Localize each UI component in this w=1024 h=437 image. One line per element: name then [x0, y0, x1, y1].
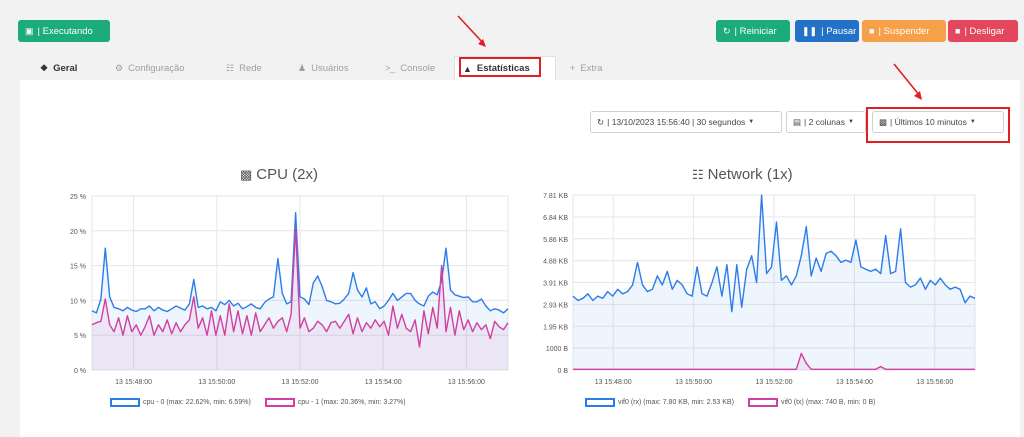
- legend-label-rx: vif0 (rx) (max: 7.80 KB, min: 2.53 KB): [618, 399, 734, 406]
- tab-geral[interactable]: ❖ Geral: [32, 56, 85, 80]
- user-icon: ♟: [298, 62, 307, 73]
- tab-extra-label: Extra: [580, 62, 603, 74]
- tab-geral-label: Geral: [53, 62, 78, 74]
- tab-usuarios-label: Usuários: [311, 62, 349, 74]
- tab-bar: ❖ Geral ⚙ Configuração ☷ Rede ♟ Usuários…: [20, 56, 1020, 80]
- suspend-label: | Suspender: [878, 25, 930, 37]
- legend-item-cpu1[interactable]: cpu - 1 (max: 20.36%, min: 3.27%): [264, 398, 406, 407]
- network-icon: ☷: [226, 62, 235, 73]
- y-tick-label: 4.88 KB: [543, 259, 568, 266]
- y-tick-label: 3.91 KB: [543, 281, 568, 288]
- legend-swatch-tx: [747, 398, 778, 407]
- tab-rede-label: Rede: [239, 62, 262, 74]
- suspend-button[interactable]: ■ | Suspender: [862, 20, 946, 42]
- cpu-icon: ▩: [240, 166, 253, 182]
- y-tick-label: 5 %: [74, 333, 86, 340]
- tab-usuarios[interactable]: ♟ Usuários: [290, 56, 357, 80]
- tab-estatisticas[interactable]: ▲ Estatísticas: [454, 56, 556, 80]
- y-tick-label: 20 %: [70, 229, 86, 236]
- tab-configuracao-label: Configuração: [128, 62, 185, 74]
- network-chart-title: ☷ Network (1x): [692, 166, 793, 183]
- shutdown-button[interactable]: ■ | Desligar: [948, 20, 1018, 42]
- gear-icon: ⚙: [115, 62, 124, 73]
- monitor-icon: ▣: [25, 25, 34, 36]
- caret-down-icon: ▼: [969, 119, 976, 125]
- legend-swatch-rx: [585, 398, 615, 407]
- plus-icon: +: [570, 63, 576, 73]
- x-tick-label: 13 15:54:00: [836, 379, 873, 386]
- x-tick-label: 13 15:48:00: [595, 379, 632, 386]
- y-tick-label: 1.95 KB: [543, 324, 568, 331]
- annotation-arrow-tab: [457, 15, 486, 47]
- sitemap-icon: ☷: [692, 166, 704, 182]
- network-legend: vif0 (rx) (max: 7.80 KB, min: 2.53 KB) v…: [585, 398, 875, 407]
- legend-label-cpu0: cpu - 0 (max: 22.62%, min: 6.59%): [143, 399, 251, 406]
- running-status-label: | Executando: [37, 25, 93, 37]
- tab-console[interactable]: >_ Console: [377, 56, 443, 80]
- stop-icon: ■: [955, 25, 961, 36]
- pause-label: | Pausar: [821, 25, 857, 37]
- y-tick-label: 10 %: [70, 298, 86, 305]
- legend-label-cpu1: cpu - 1 (max: 20.36%, min: 3.27%): [297, 399, 406, 406]
- x-tick-label: 13 15:52:00: [756, 379, 793, 386]
- y-tick-label: 1000 B: [546, 346, 569, 353]
- time-range-dropdown[interactable]: ▩ | Últimos 10 minutos ▼: [872, 111, 1004, 133]
- pause-button[interactable]: ❚❚ | Pausar: [795, 20, 859, 42]
- caret-down-icon: ▼: [848, 119, 854, 125]
- y-tick-label: 0 %: [74, 368, 86, 375]
- y-tick-label: 15 %: [70, 264, 86, 271]
- y-tick-label: 25 %: [70, 194, 86, 201]
- x-tick-label: 13 15:56:00: [448, 379, 485, 386]
- tab-console-label: Console: [400, 62, 436, 74]
- legend-label-tx: vif0 (tx) (max: 740 B, min: 0 B): [780, 399, 876, 406]
- y-tick-label: 7.81 KB: [543, 193, 568, 200]
- time-range-label: | Últimos 10 minutos: [890, 117, 967, 127]
- network-chart: 7.81 KB 6.84 KB 5.86 KB 4.88 KB 3.91 KB 2.93 …: [543, 193, 976, 386]
- restart-label: | Reiniciar: [734, 25, 777, 37]
- tab-configuracao[interactable]: ⚙ Configuração: [107, 56, 193, 80]
- legend-item-tx[interactable]: vif0 (tx) (max: 740 B, min: 0 B): [747, 398, 876, 407]
- cpu-chart-title: ▩ CPU (2x): [240, 166, 318, 183]
- restart-button[interactable]: ↻ | Reiniciar: [716, 20, 790, 42]
- refresh-icon: ↻: [723, 25, 731, 36]
- x-tick-label: 13 15:52:00: [282, 379, 319, 386]
- page: ▣ | Executando ↻ | Reiniciar ❚❚ | Pausar…: [0, 0, 1024, 437]
- x-tick-label: 13 15:56:00: [916, 379, 953, 386]
- square-icon: ■: [869, 25, 875, 36]
- x-tick-label: 13 15:50:00: [198, 379, 235, 386]
- shutdown-label: | Desligar: [964, 25, 1005, 37]
- refresh-interval-dropdown[interactable]: ↻ | 13/10/2023 15:56:40 | 30 segundos ▼: [590, 111, 782, 133]
- y-tick-label: 2.93 KB: [543, 302, 568, 309]
- network-chart-title-text: Network (1x): [707, 166, 793, 183]
- columns-label: | 2 colunas: [804, 117, 845, 127]
- cpu-legend: cpu - 0 (max: 22.62%, min: 6.59%) cpu - …: [110, 398, 406, 407]
- info-icon: ❖: [40, 62, 49, 73]
- tab-extra[interactable]: + Extra: [562, 56, 610, 80]
- y-tick-label: 5.86 KB: [543, 237, 568, 244]
- columns-icon: ▤: [793, 116, 802, 127]
- tab-estatisticas-label: Estatísticas: [476, 63, 530, 74]
- columns-dropdown[interactable]: ▤ | 2 colunas ▼: [786, 111, 866, 133]
- x-tick-label: 13 15:50:00: [675, 379, 712, 386]
- pause-icon: ❚❚: [802, 25, 818, 36]
- x-tick-label: 13 15:54:00: [365, 379, 402, 386]
- caret-down-icon: ▼: [748, 119, 755, 125]
- refresh-interval-label: | 13/10/2023 15:56:40 | 30 segundos: [607, 117, 746, 127]
- y-tick-label: 6.84 KB: [543, 215, 568, 222]
- terminal-icon: >_: [385, 63, 396, 73]
- cpu-chart-title-text: CPU (2x): [256, 166, 318, 183]
- cpu-chart: 25 % 20 % 15 % 10 % 5 % 0 % 13 15:48:00 13 15:5…: [70, 194, 509, 386]
- x-tick-label: 13 15:48:00: [115, 379, 152, 386]
- area-chart-icon: ▲: [463, 63, 472, 74]
- legend-swatch-cpu0: [110, 398, 140, 407]
- tab-rede[interactable]: ☷ Rede: [218, 56, 270, 80]
- y-tick-label: 0 B: [557, 368, 568, 375]
- refresh-icon: ↻: [597, 116, 605, 127]
- running-status-button[interactable]: ▣ | Executando: [18, 20, 110, 42]
- bar-chart-icon: ▩: [879, 116, 888, 127]
- legend-swatch-cpu1: [264, 398, 295, 407]
- legend-item-cpu0[interactable]: cpu - 0 (max: 22.62%, min: 6.59%): [110, 398, 251, 407]
- legend-item-rx[interactable]: vif0 (rx) (max: 7.80 KB, min: 2.53 KB): [585, 398, 734, 407]
